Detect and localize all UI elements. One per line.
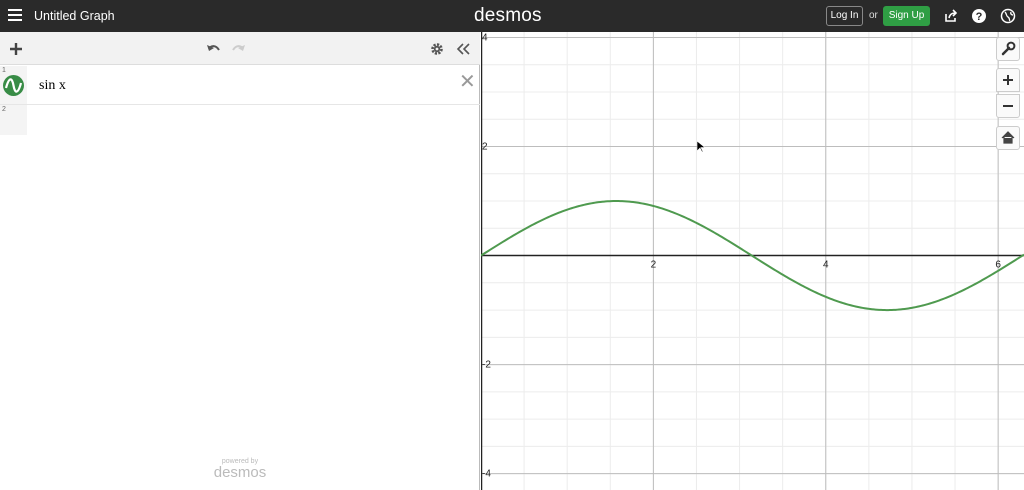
row-number: 2 xyxy=(2,106,6,113)
or-text: or xyxy=(869,10,878,21)
y-tick-label: 4 xyxy=(482,32,488,43)
powered-by-footer[interactable]: powered by desmos xyxy=(0,458,480,481)
y-tick-label: -2 xyxy=(482,360,491,371)
home-icon xyxy=(1001,131,1015,144)
zoom-in-icon xyxy=(1003,75,1013,85)
collapse-icon[interactable] xyxy=(455,41,471,57)
svg-text:?: ? xyxy=(976,11,983,23)
graph-settings-button[interactable] xyxy=(996,37,1020,61)
expression-toolbar xyxy=(0,32,480,65)
expression-panel: 1 sin x ✕ 2 powered by desmos xyxy=(0,32,480,490)
zoom-out-button[interactable] xyxy=(996,94,1020,118)
y-tick-label: -4 xyxy=(482,469,491,480)
zoom-out-icon xyxy=(1003,105,1013,107)
curve-color-icon[interactable] xyxy=(3,75,24,96)
login-button[interactable]: Log In xyxy=(826,6,863,26)
wrench-icon xyxy=(1001,41,1016,56)
globe-icon[interactable] xyxy=(1000,8,1016,24)
share-icon[interactable] xyxy=(943,8,959,24)
undo-icon[interactable] xyxy=(205,41,221,57)
mouse-cursor-icon xyxy=(697,141,705,153)
expression-row-empty[interactable]: 2 xyxy=(0,105,480,135)
graph-title[interactable]: Untitled Graph xyxy=(34,9,115,23)
x-tick-label: 4 xyxy=(823,260,829,271)
minor-grid xyxy=(481,32,1024,490)
major-grid xyxy=(481,32,1024,490)
home-view-button[interactable] xyxy=(996,126,1020,150)
y-tick-label: 2 xyxy=(482,142,488,153)
redo-icon[interactable] xyxy=(231,41,247,57)
row-number: 1 xyxy=(2,67,6,74)
gear-icon[interactable] xyxy=(429,41,445,57)
signup-button[interactable]: Sign Up xyxy=(883,6,930,26)
help-icon[interactable]: ? xyxy=(971,8,987,24)
zoom-in-button[interactable] xyxy=(996,68,1020,92)
graph-paper[interactable]: 2 4 6 4 2 -2 -4 xyxy=(481,32,1024,490)
menu-icon[interactable] xyxy=(8,9,22,23)
expression-input[interactable]: sin x xyxy=(39,78,66,94)
desmos-logo: desmos xyxy=(474,5,542,26)
delete-expression-icon[interactable]: ✕ xyxy=(459,72,476,92)
top-bar: Untitled Graph desmos Log In or Sign Up … xyxy=(0,0,1024,32)
add-icon[interactable] xyxy=(8,41,24,57)
expression-row[interactable]: 1 sin x ✕ xyxy=(0,66,480,105)
axes xyxy=(481,32,1024,490)
footer-desmos-logo: desmos xyxy=(213,464,267,481)
x-tick-label: 2 xyxy=(651,260,657,271)
graph-svg[interactable]: 2 4 642-2-4 xyxy=(481,32,1024,490)
